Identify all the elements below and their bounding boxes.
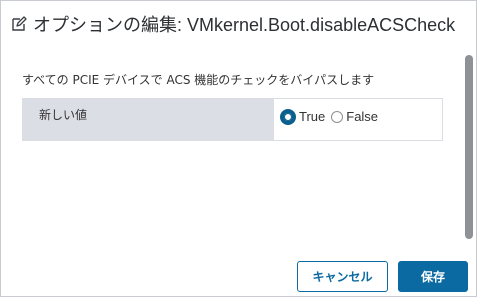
value-radio-group: True False [280, 108, 378, 125]
radio-false[interactable]: False [331, 109, 378, 124]
new-value-row: 新しい値 True False [22, 98, 443, 141]
edit-icon [11, 16, 27, 32]
edit-option-dialog: オプションの編集: VMkernel.Boot.disableACSCheck … [0, 0, 477, 297]
new-value-label: 新しい値 [23, 99, 274, 140]
dialog-header: オプションの編集: VMkernel.Boot.disableACSCheck [11, 9, 455, 39]
radio-false-label[interactable]: False [346, 109, 378, 124]
dialog-footer: キャンセル 保存 [297, 261, 468, 292]
radio-true-label[interactable]: True [299, 109, 325, 124]
new-value-cell: True False [274, 99, 442, 140]
cancel-button[interactable]: キャンセル [297, 261, 388, 292]
radio-true[interactable]: True [280, 108, 325, 125]
dialog-scrollbar[interactable] [465, 55, 473, 239]
option-description: すべての PCIE デバイスで ACS 機能のチェックをバイパスします [22, 73, 375, 87]
radio-false-indicator[interactable] [331, 110, 344, 123]
radio-true-indicator[interactable] [280, 108, 296, 125]
save-button[interactable]: 保存 [398, 261, 468, 292]
dialog-title: オプションの編集: VMkernel.Boot.disableACSCheck [33, 15, 456, 35]
